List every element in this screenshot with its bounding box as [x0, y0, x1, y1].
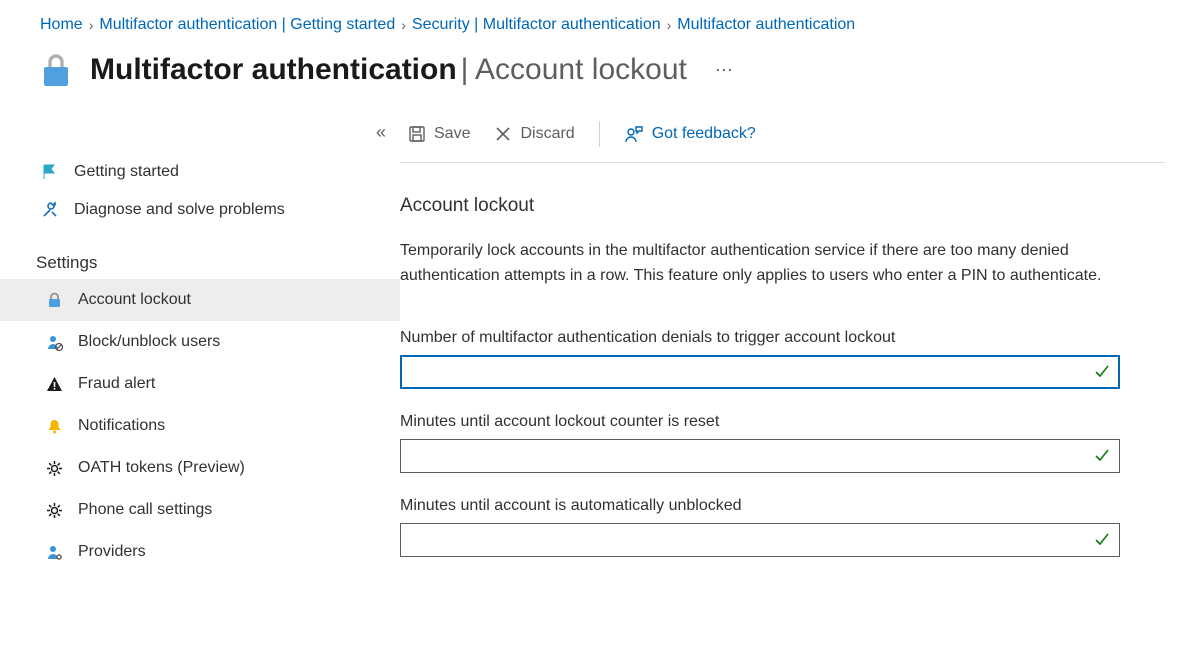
tools-icon	[40, 201, 60, 219]
chevron-right-icon: ›	[667, 17, 672, 33]
sidebar-item-label: OATH tokens (Preview)	[78, 459, 245, 477]
denials-input[interactable]	[400, 355, 1120, 389]
chevron-right-icon: ›	[89, 17, 94, 33]
bell-icon	[44, 418, 64, 435]
save-icon	[408, 125, 426, 143]
toolbar-label: Got feedback?	[652, 125, 756, 143]
checkmark-icon	[1094, 448, 1110, 464]
sidebar-item-getting-started[interactable]: Getting started	[0, 153, 400, 191]
checkmark-icon	[1094, 532, 1110, 548]
page-title-row: Multifactor authentication | Account loc…	[0, 40, 1177, 94]
toolbar-label: Save	[434, 125, 470, 143]
sidebar-item-label: Notifications	[78, 417, 165, 435]
lock-icon	[36, 50, 76, 90]
sidebar-item-providers[interactable]: Providers	[0, 531, 400, 573]
sidebar-item-label: Getting started	[74, 163, 179, 181]
page-title: Multifactor authentication	[90, 53, 457, 86]
sidebar-item-block-unblock[interactable]: Block/unblock users	[0, 321, 400, 363]
chevron-right-icon: ›	[401, 17, 406, 33]
checkmark-icon	[1094, 364, 1110, 380]
gear-icon	[44, 460, 64, 477]
sidebar-item-fraud-alert[interactable]: Fraud alert	[0, 363, 400, 405]
field-label-unblock-minutes: Minutes until account is automatically u…	[400, 497, 1120, 515]
collapse-sidebar-button[interactable]: «	[0, 122, 400, 153]
section-description: Temporarily lock accounts in the multifa…	[400, 239, 1120, 289]
page-subtitle: | Account lockout	[461, 53, 687, 86]
breadcrumb-link-mfa-getting-started[interactable]: Multifactor authentication | Getting sta…	[99, 16, 395, 34]
person-feedback-icon	[624, 124, 644, 144]
sidebar-item-label: Account lockout	[78, 291, 191, 309]
sidebar-item-label: Fraud alert	[78, 375, 155, 393]
sidebar-item-label: Providers	[78, 543, 146, 561]
sidebar-item-notifications[interactable]: Notifications	[0, 405, 400, 447]
main-panel: Save Discard Got feedback? Account locko…	[400, 94, 1177, 581]
discard-button[interactable]: Discard	[486, 121, 582, 147]
sidebar-item-oath-tokens[interactable]: OATH tokens (Preview)	[0, 447, 400, 489]
breadcrumb-link-home[interactable]: Home	[40, 16, 83, 34]
more-actions-button[interactable]: ⋯	[701, 60, 735, 81]
reset-minutes-input[interactable]	[400, 439, 1120, 473]
sidebar-item-diagnose[interactable]: Diagnose and solve problems	[0, 191, 400, 229]
sidebar-item-label: Block/unblock users	[78, 333, 220, 351]
sidebar-section-settings: Settings	[0, 229, 400, 279]
gear-icon	[44, 502, 64, 519]
sidebar-item-phone-call[interactable]: Phone call settings	[0, 489, 400, 531]
flag-icon	[40, 163, 60, 181]
sidebar: « Getting started Diagnose and solve pro…	[0, 94, 400, 581]
field-label-reset-minutes: Minutes until account lockout counter is…	[400, 413, 1120, 431]
person-block-icon	[44, 334, 64, 351]
breadcrumb-link-mfa[interactable]: Multifactor authentication	[677, 16, 855, 34]
sidebar-item-account-lockout[interactable]: Account lockout	[0, 279, 400, 321]
toolbar: Save Discard Got feedback?	[400, 110, 1165, 163]
lock-icon	[44, 292, 64, 309]
save-button[interactable]: Save	[400, 121, 478, 147]
field-label-denials: Number of multifactor authentication den…	[400, 329, 1120, 347]
warning-icon	[44, 376, 64, 393]
sidebar-item-label: Diagnose and solve problems	[74, 201, 285, 219]
close-icon	[494, 125, 512, 143]
toolbar-label: Discard	[520, 125, 574, 143]
feedback-button[interactable]: Got feedback?	[616, 120, 764, 148]
toolbar-divider	[599, 121, 600, 147]
breadcrumb: Home › Multifactor authentication | Gett…	[0, 0, 1177, 40]
breadcrumb-link-security-mfa[interactable]: Security | Multifactor authentication	[412, 16, 661, 34]
person-gear-icon	[44, 544, 64, 561]
sidebar-item-label: Phone call settings	[78, 501, 212, 519]
section-heading: Account lockout	[400, 195, 1120, 217]
unblock-minutes-input[interactable]	[400, 523, 1120, 557]
